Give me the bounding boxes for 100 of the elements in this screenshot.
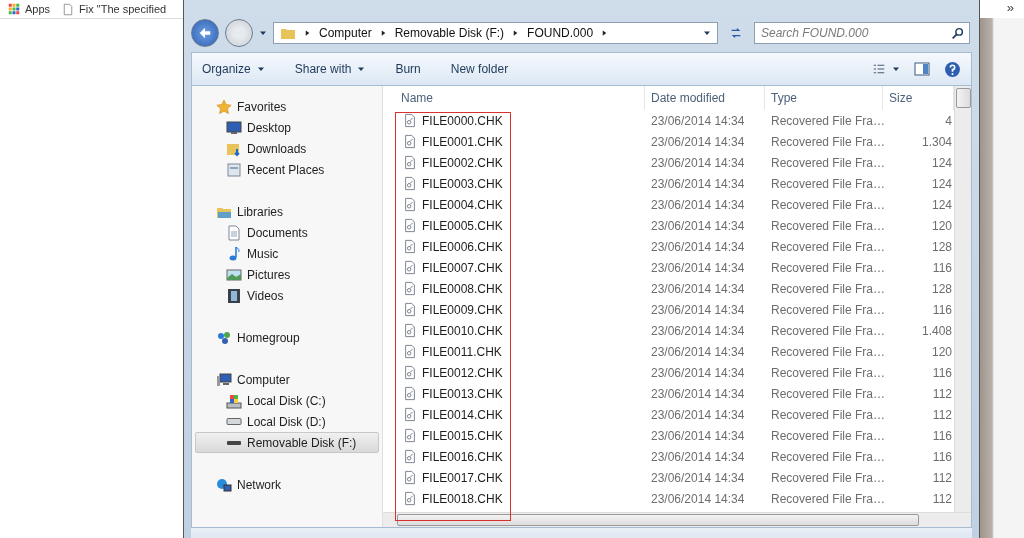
file-icon — [403, 197, 417, 212]
window-icon — [226, 161, 242, 178]
toolbar-button[interactable]: Burn — [395, 60, 421, 78]
preview-pane-button[interactable] — [914, 59, 930, 79]
nav-item[interactable]: Libraries — [195, 201, 379, 222]
file-icon — [403, 302, 417, 317]
file-icon — [403, 470, 417, 485]
file-name-cell[interactable]: FILE0010.CHK — [383, 322, 645, 339]
table-cell-text: Recovered File Fra… — [770, 490, 883, 507]
table-cell-text: Recovered File Fra… — [770, 469, 883, 486]
table-cell-text: 112 — [931, 490, 953, 507]
breadcrumb-item[interactable]: Computer — [319, 26, 372, 40]
column-header[interactable]: Type — [765, 86, 883, 110]
chevron-icon — [304, 29, 311, 37]
file-name-cell[interactable]: FILE0002.CHK — [383, 154, 645, 171]
nav-item[interactable]: Favorites — [195, 96, 379, 117]
apps-grid-icon — [8, 3, 20, 15]
table-cell-text: 112 — [931, 406, 953, 423]
table-cell-text: 112 — [931, 469, 953, 486]
nav-item[interactable]: Documents — [195, 222, 379, 243]
table-cell-text: 116 — [931, 448, 953, 465]
file-name-cell[interactable]: FILE0005.CHK — [383, 217, 645, 234]
nav-item[interactable]: Videos — [195, 285, 379, 306]
file-icon — [403, 386, 417, 401]
file-icon — [403, 113, 417, 128]
toolbar-button[interactable]: Organize — [202, 60, 265, 78]
nav-item[interactable]: Pictures — [195, 264, 379, 285]
table-cell-text: Recovered File Fra… — [770, 385, 883, 402]
drive-icon — [226, 392, 242, 409]
bookmarks-overflow[interactable]: » — [1006, 0, 1014, 15]
file-name-cell[interactable]: FILE0001.CHK — [383, 133, 645, 150]
nav-item[interactable]: Removable Disk (F:) — [195, 432, 379, 453]
table-cell-text: 23/06/2014 14:34 — [650, 301, 746, 318]
toolbar-button[interactable]: New folder — [450, 60, 509, 78]
computer-icon — [216, 371, 232, 388]
table-cell-text: 128 — [930, 280, 953, 297]
file-name-cell[interactable]: FILE0008.CHK — [383, 280, 645, 297]
table-cell-text: Recovered File Fra… — [770, 259, 883, 276]
nav-item[interactable]: Network — [195, 474, 379, 495]
table-cell-text: 124 — [930, 175, 953, 192]
table-cell-text: 116 — [931, 301, 953, 318]
breadcrumb-item[interactable]: Removable Disk (F:) — [394, 26, 505, 40]
chevron-icon — [512, 29, 520, 37]
file-name-cell[interactable]: FILE0018.CHK — [383, 490, 645, 507]
bookmark[interactable]: Apps — [8, 3, 51, 15]
nav-item[interactable]: Local Disk (C:) — [195, 390, 379, 411]
nav-item[interactable]: Local Disk (D:) — [195, 411, 379, 432]
file-icon — [403, 428, 417, 443]
nav-item[interactable]: Homegroup — [195, 327, 379, 348]
nav-item[interactable]: Desktop — [195, 117, 379, 138]
file-icon — [403, 218, 417, 233]
file-name-cell[interactable]: FILE0012.CHK — [383, 364, 645, 381]
horizontal-scrollbar[interactable] — [383, 512, 971, 527]
table-cell-text: Recovered File Fra… — [770, 427, 883, 444]
forward-button[interactable] — [225, 19, 253, 47]
nav-item[interactable]: Downloads — [195, 138, 379, 159]
file-icon — [403, 281, 417, 296]
table-cell-text: 112 — [931, 385, 953, 402]
table-cell-text: 23/06/2014 14:34 — [650, 259, 746, 276]
file-name-cell[interactable]: FILE0017.CHK — [383, 469, 645, 486]
toolbar-button[interactable]: Share with — [294, 60, 366, 78]
file-icon — [403, 176, 417, 191]
bookmark[interactable]: Fix "The specified — [62, 2, 167, 16]
table-cell-text: 23/06/2014 14:34 — [650, 469, 746, 486]
file-name-cell[interactable]: FILE0009.CHK — [383, 301, 645, 318]
drive-icon — [226, 440, 242, 445]
nav-item[interactable]: Computer — [195, 369, 379, 390]
file-name-cell[interactable]: FILE0007.CHK — [383, 259, 645, 276]
breadcrumb-item[interactable]: FOUND.000 — [527, 26, 594, 40]
nav-item[interactable]: Music — [195, 243, 379, 264]
file-icon — [403, 239, 417, 254]
vertical-scrollbar[interactable] — [954, 86, 971, 512]
file-name-cell[interactable]: FILE0013.CHK — [383, 385, 645, 402]
file-name-cell[interactable]: FILE0014.CHK — [383, 406, 645, 423]
table-cell-text: 120 — [930, 217, 953, 234]
back-button[interactable] — [191, 19, 219, 47]
drive-icon — [226, 418, 242, 425]
table-cell-text: 23/06/2014 14:34 — [650, 322, 746, 339]
table-cell-text: 23/06/2014 14:34 — [650, 280, 746, 297]
table-cell-text: 4 — [944, 112, 953, 129]
nav-item[interactable]: Recent Places — [195, 159, 379, 180]
search-field[interactable]: Search FOUND.000 — [754, 22, 970, 44]
column-header[interactable]: Name — [383, 86, 645, 110]
monitor-icon — [226, 119, 242, 136]
file-name-cell[interactable]: FILE0015.CHK — [383, 427, 645, 444]
table-cell-text: 116 — [931, 364, 953, 381]
file-name-cell[interactable]: FILE0006.CHK — [383, 238, 645, 255]
file-name-cell[interactable]: FILE0011.CHK — [383, 343, 645, 360]
address-bar[interactable]: Computer Removable Disk (F:) FOUND.000 — [273, 22, 718, 44]
table-cell-text: 23/06/2014 14:34 — [650, 364, 746, 381]
column-header[interactable]: Date modified — [645, 86, 765, 110]
table-cell-text: 23/06/2014 14:34 — [650, 175, 746, 192]
file-name-cell[interactable]: FILE0000.CHK — [383, 112, 645, 129]
star-icon — [216, 98, 232, 115]
file-name-cell[interactable]: FILE0003.CHK — [383, 175, 645, 192]
chevron-icon — [379, 29, 387, 37]
file-icon — [403, 365, 417, 380]
file-name-cell[interactable]: FILE0004.CHK — [383, 196, 645, 213]
table-cell-text: Recovered File Fra… — [770, 322, 883, 339]
file-name-cell[interactable]: FILE0016.CHK — [383, 448, 645, 465]
